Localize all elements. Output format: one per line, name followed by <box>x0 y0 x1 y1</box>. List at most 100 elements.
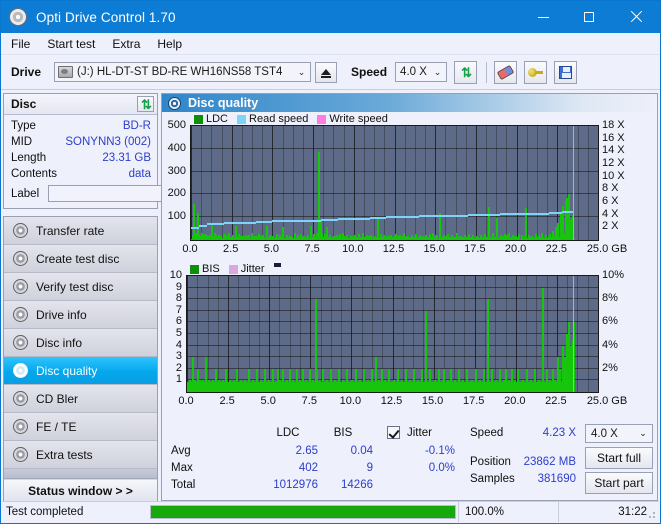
y2-axis-tick-label: 18 X <box>602 119 625 131</box>
speed-line-segment <box>370 217 386 219</box>
y-axis-tick-label: 6 <box>162 315 182 327</box>
gridline-vertical <box>435 126 436 240</box>
gridline-vertical <box>395 126 396 240</box>
panel-header: Disc quality <box>162 94 657 112</box>
chart1-legend: BIS Jitter <box>190 263 281 275</box>
progress-track <box>150 505 456 519</box>
menu-item-start-test[interactable]: Start test <box>47 37 95 51</box>
main-body: Disc ⇅ Type BD-R MID SONYNN3 (002) Lengt… <box>1 91 660 503</box>
gridline-vertical <box>598 126 599 240</box>
menu-item-help[interactable]: Help <box>157 37 182 51</box>
legend-label: Write speed <box>329 113 388 125</box>
minimize-button[interactable] <box>520 1 566 33</box>
gridline-vertical <box>464 276 465 392</box>
data-bar <box>425 311 427 392</box>
sidebar-item-verify-test-disc[interactable]: Verify test disc <box>4 273 157 301</box>
speed-line-segment <box>199 225 207 227</box>
y2-axis-tick-label: 6% <box>602 315 618 327</box>
chart-cursor <box>573 126 574 240</box>
sidebar-item-transfer-rate[interactable]: Transfer rate <box>4 217 157 245</box>
refresh-icon: ⇅ <box>461 66 470 79</box>
sidebar-item-disc-info[interactable]: Disc info <box>4 329 157 357</box>
gridline-vertical <box>588 276 589 392</box>
drive-label: Drive <box>11 65 41 79</box>
menu-item-file[interactable]: File <box>11 37 30 51</box>
gridline-vertical <box>415 126 416 240</box>
sidebar-item-extra-tests[interactable]: Extra tests <box>4 441 157 469</box>
erase-button[interactable] <box>494 61 517 84</box>
minimize-icon <box>538 17 549 18</box>
sidebar-item-create-test-disc[interactable]: Create test disc <box>4 245 157 273</box>
gridline-vertical <box>445 126 446 240</box>
sidebar-item-disc-quality[interactable]: Disc quality <box>4 357 157 385</box>
gridline-vertical <box>351 276 352 392</box>
sidebar-item-fe-te[interactable]: FE / TE <box>4 413 157 441</box>
key-button[interactable] <box>524 61 547 84</box>
legend-item-jitter: Jitter <box>229 263 265 275</box>
disc-label-row: Label <box>11 183 151 204</box>
gridline-horizontal <box>187 356 598 357</box>
nav-filler <box>4 469 157 479</box>
gridline-vertical <box>466 126 467 240</box>
menu-bar: File Start test Extra Help <box>1 33 660 55</box>
x-axis-tick-label: 25.0 GB <box>583 243 631 255</box>
speed-line-segment <box>484 214 500 216</box>
maximize-button[interactable] <box>566 1 612 33</box>
stats-col-ldc: LDC <box>258 427 318 439</box>
disc-panel-header: Disc ⇅ <box>4 94 157 115</box>
disc-verify-icon <box>13 279 28 294</box>
disc-bler-icon <box>13 391 28 406</box>
sidebar: Disc ⇅ Type BD-R MID SONYNN3 (002) Lengt… <box>3 93 158 501</box>
legend-swatch-write-speed <box>317 115 326 124</box>
close-button[interactable] <box>612 1 660 33</box>
sidebar-item-cd-bler[interactable]: CD Bler <box>4 385 157 413</box>
refresh-button[interactable]: ⇅ <box>454 61 477 84</box>
gridline-vertical <box>384 126 385 240</box>
disc-refresh-button[interactable]: ⇅ <box>137 96 154 112</box>
legend-swatch-jitter <box>229 265 238 274</box>
chevron-down-icon: ⌄ <box>634 428 652 439</box>
speed-line-segment <box>191 227 199 229</box>
legend-label: LDC <box>206 113 228 125</box>
status-window-button[interactable]: Status window > > <box>4 479 157 501</box>
disc-row-mid: MID SONYNN3 (002) <box>11 134 151 150</box>
refresh-icon: ⇅ <box>141 98 150 111</box>
speed-line-segment <box>207 223 215 225</box>
resize-grip[interactable] <box>646 509 656 519</box>
legend-item-ldc: LDC <box>194 113 228 125</box>
chart0-plot-area <box>190 125 599 241</box>
data-bar <box>488 207 490 240</box>
speed-line-segment <box>533 213 549 215</box>
drive-select[interactable]: (J:) HL-DT-ST BD-RE WH16NS58 TST4 ⌄ <box>54 62 311 82</box>
disc-icon <box>9 8 27 26</box>
disc-write-icon <box>13 251 28 266</box>
y-axis-tick-label: 8 <box>162 292 182 304</box>
stats-avg-bis: 0.04 <box>313 445 373 457</box>
sidebar-item-label: Drive info <box>36 308 87 322</box>
disc-info-icon <box>13 335 28 350</box>
legend-swatch-read-speed <box>237 115 246 124</box>
eject-button[interactable] <box>315 62 337 83</box>
gridline-horizontal <box>187 310 598 311</box>
gridline-vertical <box>269 276 270 392</box>
y2-axis-tick-label: 2% <box>602 362 618 374</box>
y2-axis-tick-label: 4 X <box>602 208 619 220</box>
start-full-button[interactable]: Start full <box>585 447 653 469</box>
test-speed-select[interactable]: 4.0 X ⌄ <box>585 424 653 443</box>
disc-quality-icon <box>13 363 28 378</box>
disc-quality-icon <box>168 97 181 110</box>
start-part-button[interactable]: Start part <box>585 472 653 494</box>
menu-item-extra[interactable]: Extra <box>112 37 140 51</box>
stats-max-jitter: 0.0% <box>393 462 455 474</box>
gridline-vertical <box>187 276 188 392</box>
speed-line-segment <box>435 215 451 217</box>
gridline-vertical <box>578 126 579 240</box>
sidebar-item-label: FE / TE <box>36 420 76 434</box>
speed-select[interactable]: 4.0 X ⌄ <box>395 62 447 82</box>
save-button[interactable] <box>554 61 577 84</box>
close-icon <box>630 11 642 23</box>
disc-panel-title: Disc <box>11 97 137 111</box>
sidebar-item-drive-info[interactable]: Drive info <box>4 301 157 329</box>
data-bar <box>487 299 489 392</box>
jitter-checkbox[interactable] <box>387 426 400 439</box>
